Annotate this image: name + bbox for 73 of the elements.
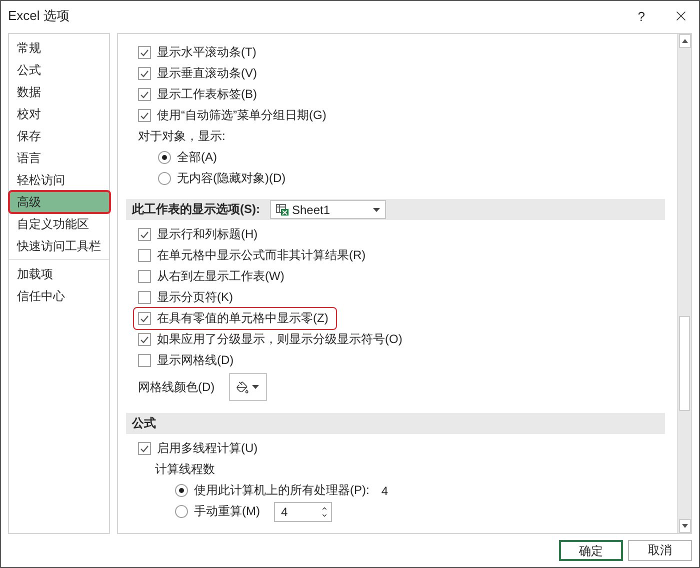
sidebar-item[interactable]: 常规 bbox=[9, 37, 109, 59]
color-label: 网格线颜色(D) bbox=[138, 378, 215, 396]
checkbox[interactable] bbox=[138, 270, 151, 283]
checkbox-label: 显示垂直滚动条(V) bbox=[157, 65, 257, 82]
checkmark-icon bbox=[140, 112, 149, 120]
checkbox-label: 显示水平滚动条(T) bbox=[157, 44, 256, 61]
checkbox-label: 显示网格线(D) bbox=[157, 352, 234, 369]
checkbox-label: 在单元格中显示公式而非其计算结果(R) bbox=[157, 247, 366, 264]
radio-button[interactable] bbox=[175, 484, 188, 497]
checkbox[interactable] bbox=[138, 88, 151, 101]
radio-button[interactable] bbox=[158, 172, 171, 185]
sidebar-item[interactable]: 公式 bbox=[9, 59, 109, 81]
radio-button[interactable] bbox=[158, 151, 171, 164]
radio-label: 手动重算(M) bbox=[194, 503, 260, 520]
checkbox[interactable] bbox=[138, 67, 151, 80]
checkbox-label: 使用“自动筛选”菜单分组日期(G) bbox=[157, 107, 326, 124]
help-button[interactable]: ? bbox=[638, 8, 645, 24]
radio-button[interactable] bbox=[175, 505, 188, 518]
sidebar-item[interactable]: 数据 bbox=[9, 81, 109, 103]
checkbox[interactable] bbox=[138, 333, 151, 346]
sidebar-item[interactable]: 快速访问工具栏 bbox=[9, 235, 109, 257]
checkbox-label: 启用多线程计算(U) bbox=[157, 440, 258, 457]
checkmark-icon bbox=[140, 314, 149, 322]
sidebar-item[interactable]: 校对 bbox=[9, 103, 109, 125]
scroll-up-icon bbox=[682, 39, 688, 43]
checkbox-label: 显示分页符(K) bbox=[157, 289, 233, 306]
group-label: 对于对象，显示: bbox=[138, 128, 226, 145]
sidebar-item[interactable]: 加载项 bbox=[9, 263, 109, 285]
sidebar-item[interactable]: 自定义功能区 bbox=[9, 213, 109, 235]
checkbox[interactable] bbox=[138, 442, 151, 455]
sheet-icon bbox=[276, 204, 289, 216]
radio-label: 全部(A) bbox=[177, 149, 217, 166]
checkbox-label: 在具有零值的单元格中显示零(Z) bbox=[157, 310, 328, 327]
checkbox[interactable] bbox=[138, 354, 151, 367]
checkbox[interactable] bbox=[138, 46, 151, 59]
dialog-button[interactable]: 取消 bbox=[628, 540, 692, 561]
checkmark-icon bbox=[140, 48, 149, 56]
window-title: Excel 选项 bbox=[8, 7, 70, 25]
checkbox-label: 显示工作表标签(B) bbox=[157, 86, 257, 103]
section-title: 公式 bbox=[132, 415, 156, 432]
dropdown-arrow-icon bbox=[252, 385, 260, 389]
checkmark-icon bbox=[140, 90, 149, 98]
scroll-down-icon bbox=[682, 524, 688, 528]
sheet-dropdown[interactable]: Sheet1 bbox=[270, 200, 386, 219]
sidebar-item[interactable]: 信任中心 bbox=[9, 285, 109, 307]
sidebar-item[interactable]: 高级 bbox=[9, 191, 110, 213]
radio-label: 使用此计算机上的所有处理器(P): bbox=[194, 482, 370, 499]
spinner-field[interactable]: 4 bbox=[274, 502, 332, 522]
scrollbar-thumb[interactable] bbox=[679, 316, 690, 411]
dialog-button[interactable]: 确定 bbox=[559, 540, 623, 561]
sidebar-item[interactable]: 保存 bbox=[9, 125, 109, 147]
checkbox[interactable] bbox=[138, 312, 151, 325]
checkbox[interactable] bbox=[138, 249, 151, 262]
processor-count: 4 bbox=[381, 484, 388, 498]
sidebar-item[interactable]: 语言 bbox=[9, 147, 109, 169]
radio-label: 无内容(隐藏对象)(D) bbox=[177, 170, 286, 187]
paint-bucket-icon bbox=[236, 380, 250, 394]
section-title: 此工作表的显示选项(S): bbox=[132, 201, 260, 218]
checkmark-icon bbox=[140, 336, 149, 344]
checkbox[interactable] bbox=[138, 291, 151, 304]
scrollbar[interactable] bbox=[677, 34, 691, 533]
checkmark-icon bbox=[140, 70, 149, 78]
color-picker-button[interactable] bbox=[228, 373, 267, 401]
checkmark-icon bbox=[140, 444, 149, 452]
group-label: 计算线程数 bbox=[155, 461, 215, 478]
checkbox-label: 如果应用了分级显示，则显示分级显示符号(O) bbox=[157, 331, 402, 348]
checkmark-icon bbox=[140, 230, 149, 238]
checkbox[interactable] bbox=[138, 228, 151, 241]
checkbox-label: 从右到左显示工作表(W) bbox=[157, 268, 284, 285]
sidebar-item[interactable]: 轻松访问 bbox=[9, 169, 109, 191]
checkbox[interactable] bbox=[138, 109, 151, 122]
checkbox-label: 显示行和列标题(H) bbox=[157, 226, 258, 243]
dropdown-arrow-icon bbox=[373, 208, 380, 212]
